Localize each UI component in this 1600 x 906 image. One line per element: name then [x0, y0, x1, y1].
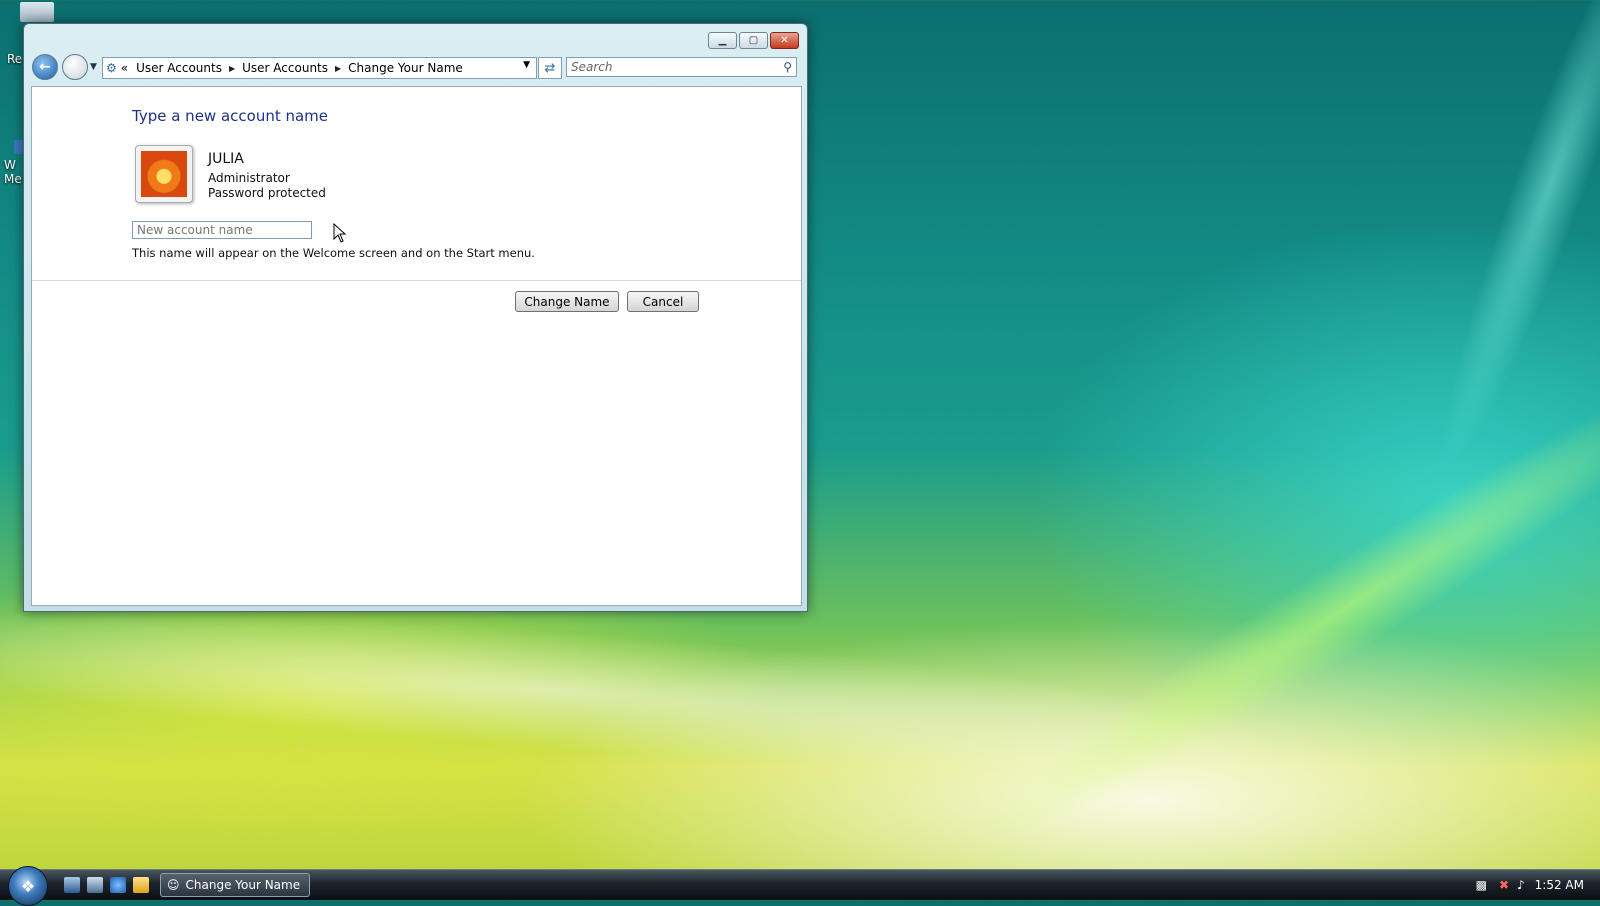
address-dropdown-icon[interactable]: ▼: [523, 60, 530, 70]
wallpaper-streak: [944, 328, 1600, 882]
hint-text: This name will appear on the Welcome scr…: [132, 246, 535, 260]
new-account-name-input[interactable]: [132, 221, 312, 239]
breadcrumb-user-accounts-1[interactable]: User Accounts: [136, 61, 222, 75]
control-panel-icon: ⚙: [106, 61, 117, 75]
address-bar[interactable]: ⚙ « User Accounts ▶ User Accounts ▶ Chan…: [102, 57, 537, 79]
system-tray: ▩ ✖ ♪ 1:52 AM: [1476, 870, 1600, 900]
windows-logo-icon: ❖: [20, 876, 36, 896]
recycle-bin-icon[interactable]: [20, 2, 54, 22]
close-button[interactable]: ✕: [770, 32, 799, 49]
flower-picture-icon: [141, 151, 187, 197]
maximize-button[interactable]: ▢: [739, 32, 768, 49]
breadcrumb-separator-icon[interactable]: ▶: [335, 64, 341, 73]
wallpaper-streak: [1414, 0, 1600, 479]
arrow-left-icon: ←: [39, 59, 51, 75]
network-disconnected-icon[interactable]: ✖: [1499, 878, 1509, 892]
breadcrumb-change-your-name[interactable]: Change Your Name: [348, 61, 463, 75]
page-title: Type a new account name: [132, 107, 329, 125]
divider: [32, 280, 801, 281]
navigation-bar: ← ▼ ⚙ « User Accounts ▶ User Accounts ▶ …: [32, 54, 799, 80]
account-role: Administrator: [208, 171, 290, 185]
account-name: JULIA: [208, 151, 244, 167]
users-icon: ☺: [167, 878, 180, 892]
change-name-window: ▁ ▢ ✕ ← ▼ ⚙ « User Accounts ▶ User Accou…: [23, 23, 808, 612]
media-player-quicklaunch-icon[interactable]: [133, 877, 149, 893]
start-button[interactable]: ❖: [8, 866, 48, 906]
taskbar-item-change-your-name[interactable]: ☺ Change Your Name: [160, 873, 310, 897]
breadcrumb-user-accounts-2[interactable]: User Accounts: [242, 61, 328, 75]
mouse-cursor-icon: [333, 223, 347, 243]
search-icon[interactable]: ⚲: [783, 60, 792, 74]
taskbar-item-label: Change Your Name: [185, 878, 301, 892]
forward-button[interactable]: [62, 54, 88, 80]
refresh-icon: ⇄: [544, 60, 556, 76]
switch-windows-icon[interactable]: [87, 877, 103, 893]
refresh-button[interactable]: ⇄: [538, 57, 562, 79]
taskbar: ❖ ☺ Change Your Name ▩ ✖ ♪ 1:52 AM: [0, 866, 1600, 906]
breadcrumb-separator-icon[interactable]: ▶: [229, 64, 235, 73]
recent-pages-dropdown[interactable]: ▼: [90, 62, 97, 72]
cancel-button[interactable]: Cancel: [627, 291, 699, 312]
change-name-button[interactable]: Change Name: [515, 291, 619, 312]
back-button[interactable]: ←: [32, 54, 58, 80]
clock[interactable]: 1:52 AM: [1535, 878, 1584, 892]
search-placeholder: Search: [571, 60, 613, 74]
desktop-icon-label-media: W Me: [4, 158, 22, 186]
volume-muted-icon[interactable]: ♪: [1517, 878, 1525, 892]
desktop-icon-label-recycle: Re: [7, 52, 23, 66]
show-desktop-icon[interactable]: [64, 877, 80, 893]
internet-explorer-icon[interactable]: [110, 877, 126, 893]
content-pane: Type a new account name JULIA Administra…: [31, 86, 802, 606]
account-status: Password protected: [208, 186, 326, 200]
window-controls: ▁ ▢ ✕: [708, 32, 799, 49]
network-status-icon[interactable]: ▩: [1476, 878, 1487, 892]
minimize-button[interactable]: ▁: [708, 32, 737, 49]
avatar: [135, 145, 193, 203]
breadcrumb-overflow[interactable]: «: [121, 61, 128, 75]
search-input[interactable]: Search ⚲: [566, 57, 797, 77]
